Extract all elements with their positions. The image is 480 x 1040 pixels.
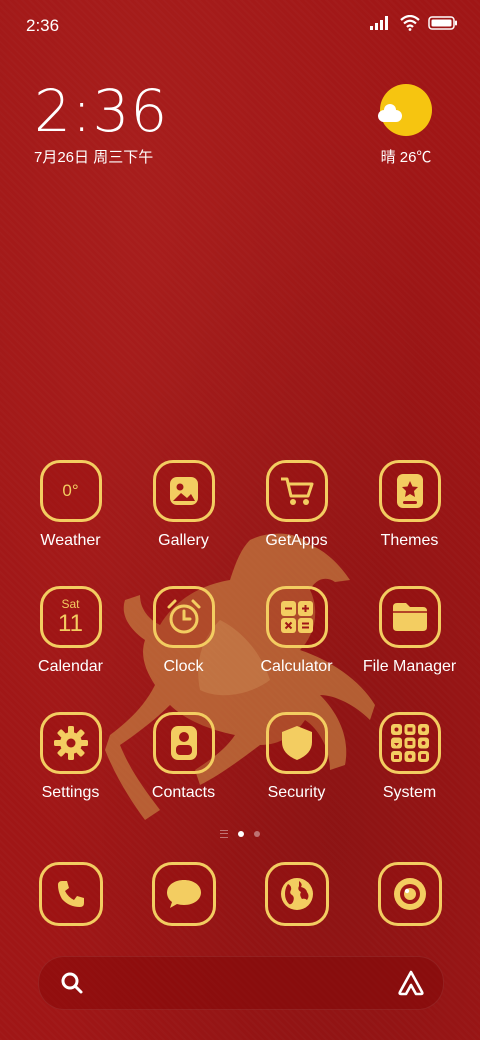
gear-icon [39,712,102,774]
app-file-manager[interactable]: File Manager [353,586,466,676]
app-themes[interactable]: Themes [353,460,466,550]
status-time: 2:36 [26,16,60,35]
weather-condition: 晴 [380,149,396,166]
search-bar[interactable] [38,956,444,1010]
gallery-icon [152,460,215,522]
app-label: Themes [380,532,439,549]
calendar-icon: Sat 11 [39,586,102,648]
battery-icon [428,16,457,30]
system-folder-icon [378,712,441,774]
status-bar: 2:36 [0,0,480,50]
weather-icon-text: 0° [62,481,79,500]
app-label: Clock [163,658,204,675]
app-label: Gallery [158,532,209,549]
clock-widget[interactable]: 2:36 7月26日 周三下午 [34,80,168,167]
folder-icon [378,586,441,648]
app-contacts[interactable]: Contacts [127,712,240,802]
app-label: Contacts [151,784,216,801]
signal-icon [370,16,388,30]
phone-icon [38,862,103,926]
shield-icon [265,712,328,774]
page-indicator[interactable] [0,830,480,838]
menu-lines-icon [220,830,228,838]
contacts-icon [152,712,215,774]
weather-widget[interactable]: 晴 26℃ [366,84,446,167]
app-security[interactable]: Security [240,712,353,802]
app-clock[interactable]: Clock [127,586,240,676]
calendar-date: 11 [58,610,83,637]
dock-browser[interactable] [240,862,353,926]
camera-icon [377,862,442,926]
sunny-icon [378,84,432,136]
weather-temp: 晴 26℃ [366,146,446,167]
dock-phone[interactable] [14,862,127,926]
themes-icon [378,460,441,522]
app-label: Weather [40,532,101,549]
calculator-icon [265,586,328,648]
wifi-icon [400,15,420,31]
app-label: Settings [41,784,100,801]
app-settings[interactable]: Settings [14,712,127,802]
search-icon [61,972,83,994]
app-label: Security [267,784,326,801]
dock-camera[interactable] [353,862,466,926]
app-getapps[interactable]: GetApps [240,460,353,550]
app-label: Calendar [38,658,103,675]
page-dot [254,831,260,837]
app-calculator[interactable]: Calculator [240,586,353,676]
cart-icon [265,460,328,522]
clock-time: 2:36 [34,77,169,145]
app-label: System [382,784,437,801]
assistant-icon[interactable] [397,969,425,997]
app-label: File Manager [362,658,457,675]
calendar-day: Sat [61,597,80,611]
app-label: GetApps [265,532,328,549]
app-weather[interactable]: 0° Weather [14,460,127,550]
alarm-clock-icon [152,586,215,648]
page-dot-active [238,831,244,837]
message-bubble-icon [151,862,216,926]
dock-messages[interactable] [127,862,240,926]
app-gallery[interactable]: Gallery [127,460,240,550]
weather-app-icon: 0° [39,460,102,522]
app-system-folder[interactable]: System [353,712,466,802]
globe-icon [264,862,329,926]
weather-temperature: 26℃ [399,149,432,166]
app-label: Calculator [260,658,333,675]
app-calendar[interactable]: Sat 11 Calendar [14,586,127,676]
clock-date: 7月26日 周三下午 [34,149,154,166]
